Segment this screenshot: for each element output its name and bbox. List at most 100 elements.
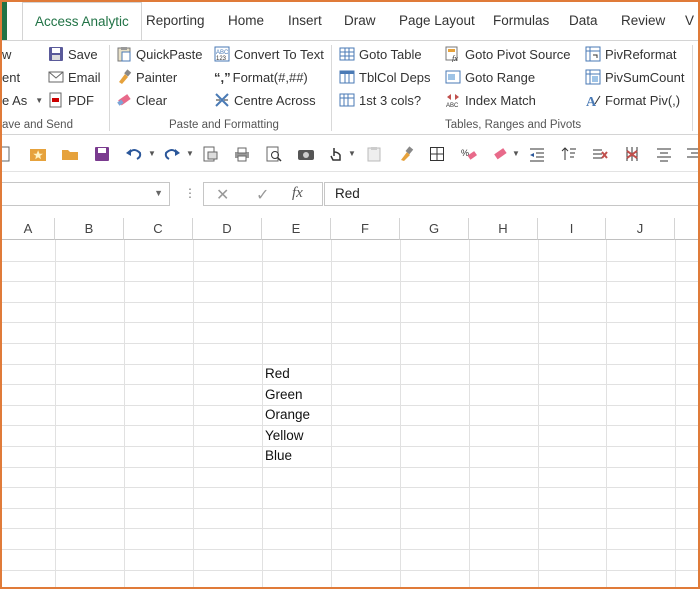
borders-icon[interactable] [427,144,447,164]
eraser-icon[interactable] [490,144,510,164]
goto-range-label: Goto Range [465,69,536,85]
column-header-g[interactable]: G [400,218,469,240]
chevron-down-icon[interactable]: ▼ [154,188,163,198]
column-header-h[interactable]: H [469,218,538,240]
pivsumcount-button[interactable]: PivSumCount [585,66,684,88]
tab-draw[interactable]: Draw [344,2,376,40]
sort-icon[interactable] [559,144,579,164]
table-icon [339,46,355,62]
painter-button[interactable]: Painter [116,66,177,88]
convert-to-text-button[interactable]: ABC 123 Convert To Text [214,43,324,65]
delete-columns-icon[interactable] [622,144,642,164]
clear-dropdown-chevron-icon[interactable]: ▼ [512,149,520,158]
camera-icon[interactable] [296,144,316,164]
column-header-k[interactable] [675,218,698,240]
goto-pivot-source-button[interactable]: fx Goto Pivot Source [445,43,571,65]
worksheet-grid[interactable]: A B C D E F G H I J Red Green Orange Yel… [2,218,698,587]
formula-input[interactable]: Red [324,182,698,206]
format-number-label: Format(#,##) [232,69,308,85]
column-header-j[interactable]: J [606,218,675,240]
row-gridline [2,364,698,365]
tab-view[interactable]: V [685,2,694,40]
grid-icon [339,92,355,108]
cell-e11[interactable]: Yellow [262,426,304,446]
cell-e10[interactable]: Orange [262,405,310,425]
indent-decrease-icon[interactable] [527,144,547,164]
first-three-cols-button[interactable]: 1st 3 cols? [339,89,421,111]
save-icon[interactable] [92,144,112,164]
save-button[interactable]: Save [48,43,98,65]
row-gridline [2,322,698,323]
touch-mode-icon[interactable] [326,144,346,164]
cancel-icon[interactable]: ✕ [216,185,229,205]
convert-to-text-label: Convert To Text [234,46,324,62]
tab-data[interactable]: Data [569,2,598,40]
index-match-button[interactable]: ABC Index Match [445,89,536,111]
redo-dropdown-chevron-icon[interactable]: ▼ [186,149,194,158]
row-gridline [2,302,698,303]
redo-icon[interactable] [162,144,182,164]
undo-dropdown-chevron-icon[interactable]: ▼ [148,149,156,158]
column-header-e[interactable]: E [262,218,331,240]
first-three-cols-label: 1st 3 cols? [359,92,422,108]
cell-e8[interactable]: Red [262,364,290,384]
column-header-a[interactable]: A [2,218,55,240]
clear-button[interactable]: Clear [116,89,167,111]
group-label-tables: Tables, Ranges and Pivots [445,119,582,131]
tab-formulas[interactable]: Formulas [493,2,549,40]
ribbon: w ent e As ▼ Save Email PDF ave and Send … [2,40,698,135]
pivreformat-button[interactable]: PivReformat [585,43,677,65]
touch-dropdown-chevron-icon[interactable]: ▼ [348,149,356,158]
clear-formats-icon[interactable]: % [459,144,479,164]
tab-insert[interactable]: Insert [288,2,322,40]
delete-rows-icon[interactable] [590,144,610,164]
tab-page-layout[interactable]: Page Layout [399,2,475,40]
quickpaste-button[interactable]: QuickPaste [116,43,202,65]
goto-pivot-source-label: Goto Pivot Source [465,46,571,62]
tab-reporting[interactable]: Reporting [146,2,205,40]
print-icon[interactable] [232,144,252,164]
save-as-dropdown[interactable]: e As ▼ [2,89,43,111]
column-header-b[interactable]: B [55,218,124,240]
pivot-table-icon [585,46,601,62]
enter-check-icon[interactable]: ✓ [256,185,269,205]
centre-across-button[interactable]: Centre Across [214,89,316,111]
row-gridline [2,549,698,550]
save-as-partial[interactable]: w [2,43,11,65]
undo-icon[interactable] [124,144,144,164]
comma-quote-icon: “,” [214,69,231,85]
format-piv-button[interactable]: A Format Piv(,) [585,89,680,111]
new-document-icon[interactable] [2,144,14,164]
cell-e12[interactable]: Blue [262,446,292,466]
column-gridline [124,240,125,587]
cell-e9[interactable]: Green [262,385,303,405]
goto-range-button[interactable]: Goto Range [445,66,535,88]
new-from-template-icon[interactable] [28,144,48,164]
tab-access-analytic[interactable]: Access Analytic [22,2,142,41]
column-header-f[interactable]: F [331,218,400,240]
paste-special-icon[interactable] [364,144,384,164]
open-folder-icon[interactable] [60,144,80,164]
tblcol-deps-button[interactable]: TblCol Deps [339,66,431,88]
column-header-i[interactable]: I [538,218,606,240]
formula-bar-resize-dots[interactable]: ⋮ [184,186,196,200]
goto-table-button[interactable]: Goto Table [339,43,422,65]
align-center-icon[interactable] [654,144,674,164]
email-button[interactable]: Email [48,66,101,88]
group-separator [692,45,693,131]
tab-home[interactable]: Home [228,2,264,40]
name-box[interactable]: ▼ [2,182,170,206]
tab-review[interactable]: Review [621,2,665,40]
print-preview-icon[interactable] [200,144,220,164]
format-number-button[interactable]: “,” Format(#,##) [214,66,308,88]
column-header-d[interactable]: D [193,218,262,240]
pdf-button[interactable]: PDF [48,89,94,111]
preview-magnifier-icon[interactable] [264,144,284,164]
insert-function-icon[interactable]: fx [292,185,303,202]
group-label-save-send: ave and Send [2,119,73,131]
file-tab-strip[interactable] [2,2,7,40]
column-header-c[interactable]: C [124,218,193,240]
format-painter-icon[interactable] [396,144,416,164]
align-right-icon[interactable] [684,144,698,164]
present-partial[interactable]: ent [2,66,20,88]
